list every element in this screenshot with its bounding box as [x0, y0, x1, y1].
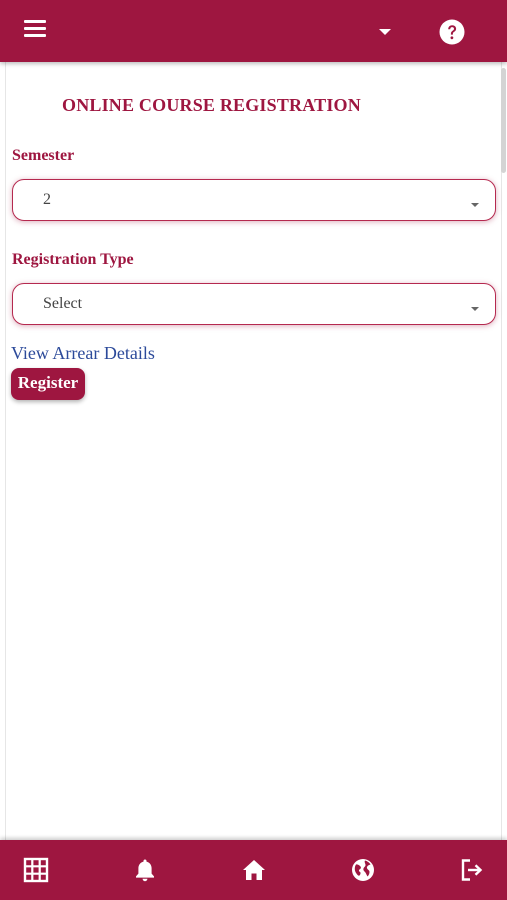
logout-icon [461, 859, 483, 881]
nav-notifications-button[interactable] [132, 857, 158, 883]
help-button[interactable] [439, 19, 465, 45]
register-button[interactable]: Register [11, 368, 85, 400]
chevron-down-icon [471, 203, 479, 207]
bottom-nav-bar [0, 840, 507, 900]
header-dropdown-button[interactable] [374, 22, 396, 42]
globe-icon [352, 859, 374, 881]
semester-select[interactable]: 2 [12, 179, 496, 221]
view-arrear-details-link[interactable]: View Arrear Details [11, 343, 155, 364]
semester-selected-value: 2 [43, 191, 51, 208]
registration-type-select[interactable]: Select [12, 283, 496, 325]
nav-web-button[interactable] [350, 857, 376, 883]
registration-type-label: Registration Type [12, 251, 134, 268]
chevron-down-icon [471, 307, 479, 311]
registration-type-selected-value: Select [43, 295, 83, 312]
page-title: ONLINE COURSE REGISTRATION [62, 95, 361, 115]
scrollbar-thumb[interactable] [501, 68, 506, 173]
help-circle-icon [439, 19, 465, 45]
nav-grid-button[interactable] [23, 857, 49, 883]
hamburger-menu-icon [24, 20, 48, 37]
bell-icon [136, 859, 154, 882]
nav-logout-button[interactable] [459, 857, 485, 883]
grid-icon [23, 857, 49, 883]
semester-label: Semester [12, 147, 75, 164]
home-icon [243, 860, 265, 880]
top-app-bar [0, 0, 507, 62]
nav-home-button[interactable] [241, 857, 267, 883]
menu-button[interactable] [24, 20, 48, 42]
caret-down-icon [379, 29, 391, 35]
